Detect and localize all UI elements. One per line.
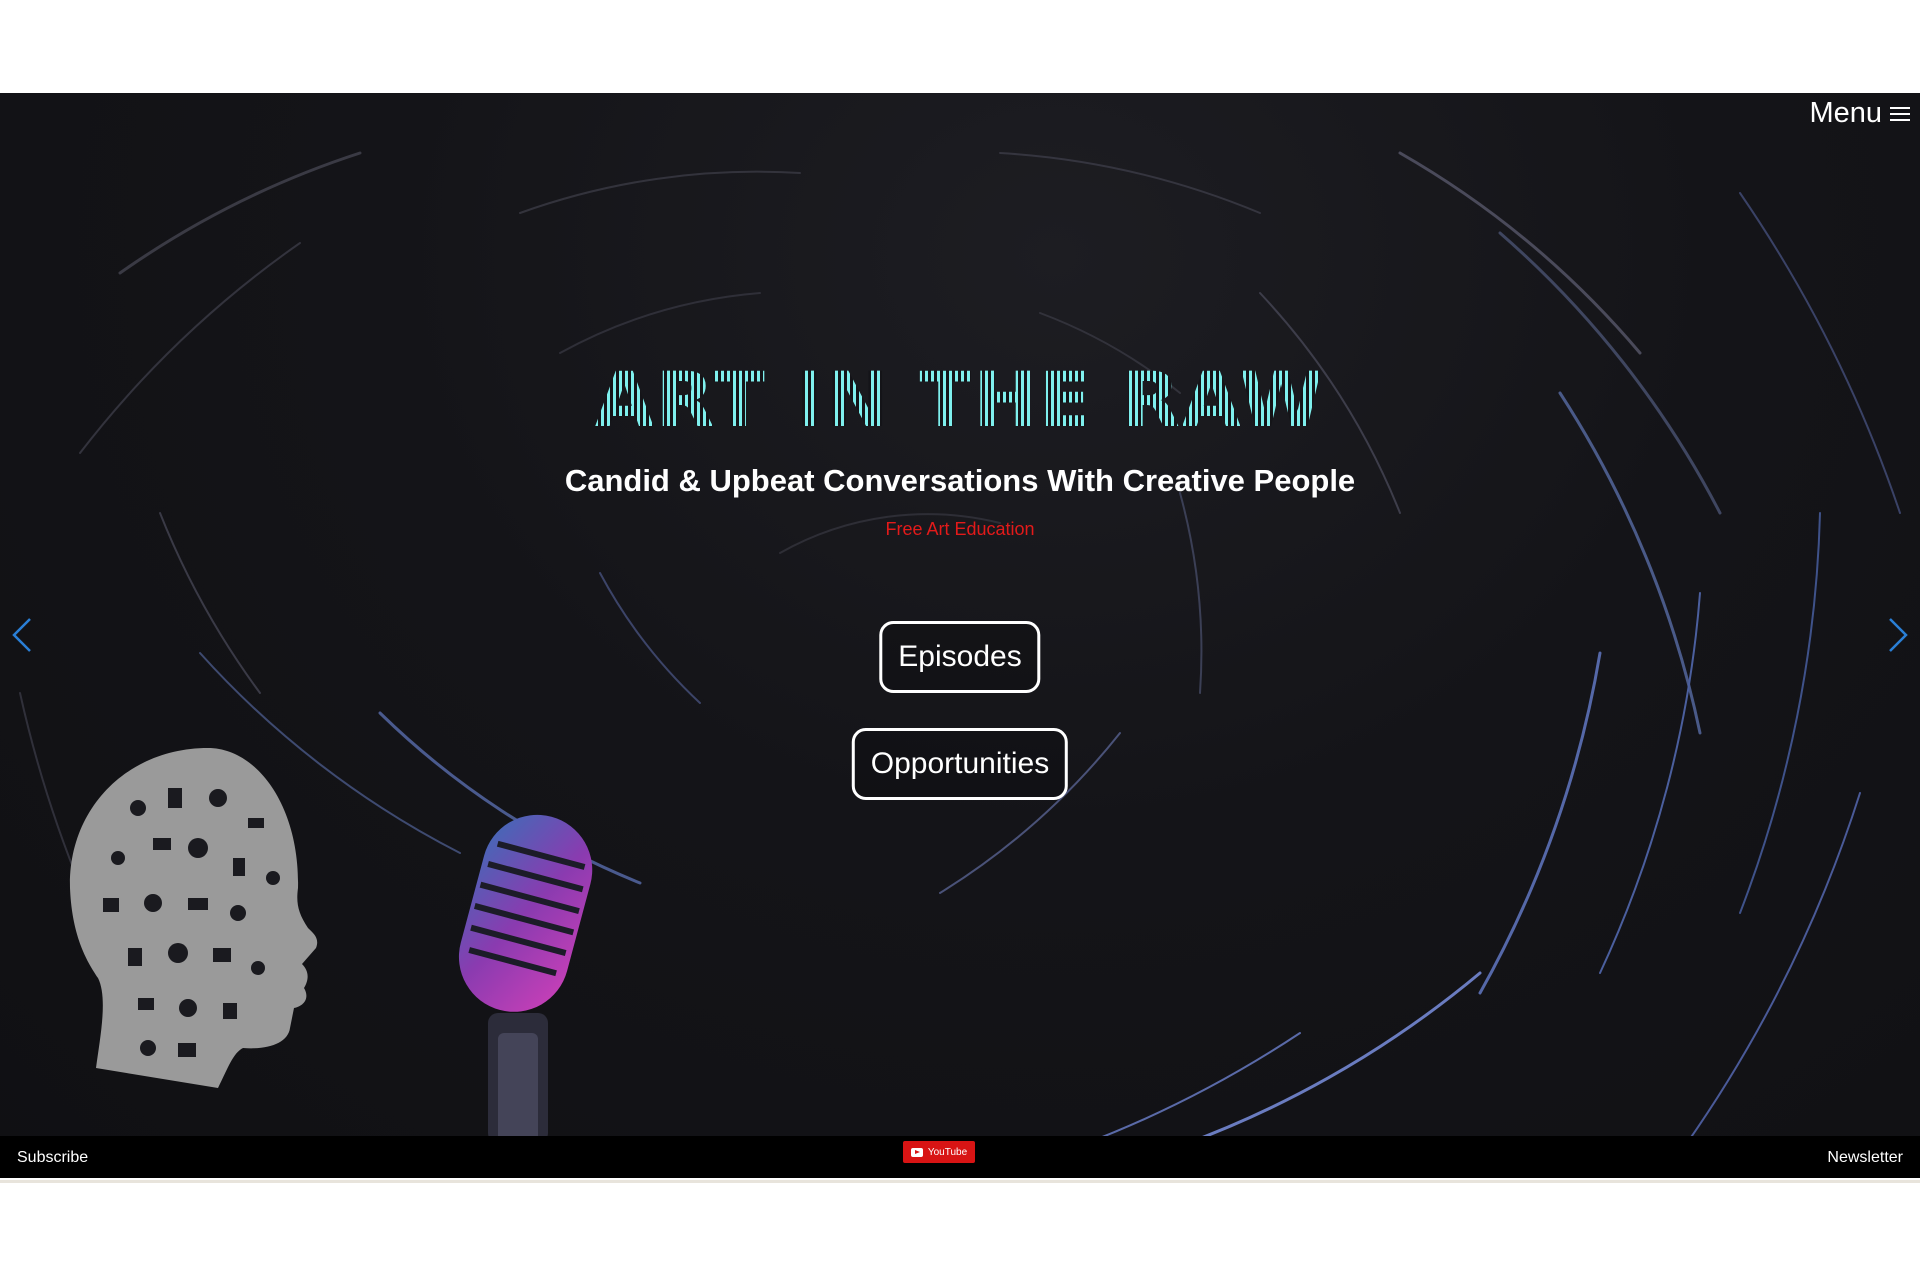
footer-bar: Subscribe YouTube Newsletter: [0, 1136, 1920, 1178]
chevron-right-icon[interactable]: [1882, 613, 1912, 657]
divider: [0, 1180, 1920, 1183]
creative-head-icon: [69, 748, 318, 1088]
hero-tagline: Candid & Upbeat Conversations With Creat…: [564, 463, 1356, 498]
hero-slider: Menu ART IN THE RAW Candid & Upbeat Conv…: [0, 93, 1920, 1178]
youtube-label: YouTube: [927, 1146, 968, 1158]
microphone-icon: [458, 814, 593, 1143]
chevron-left-icon[interactable]: [8, 613, 38, 657]
logo-text: ART IN THE RAW: [594, 355, 1326, 444]
menu-button[interactable]: Menu: [1809, 97, 1910, 130]
menu-label: Menu: [1809, 97, 1882, 129]
episodes-button[interactable]: Episodes: [879, 621, 1041, 693]
opportunities-button[interactable]: Opportunities: [851, 728, 1069, 800]
hero-subtagline: Free Art Education: [885, 519, 1035, 539]
site-logo: ART IN THE RAW: [0, 355, 1920, 444]
newsletter-link[interactable]: Newsletter: [1827, 1149, 1903, 1167]
youtube-button[interactable]: YouTube: [903, 1141, 975, 1163]
subscribe-link[interactable]: Subscribe: [17, 1149, 88, 1167]
youtube-play-icon: [910, 1147, 923, 1157]
hamburger-icon: [1890, 105, 1910, 123]
